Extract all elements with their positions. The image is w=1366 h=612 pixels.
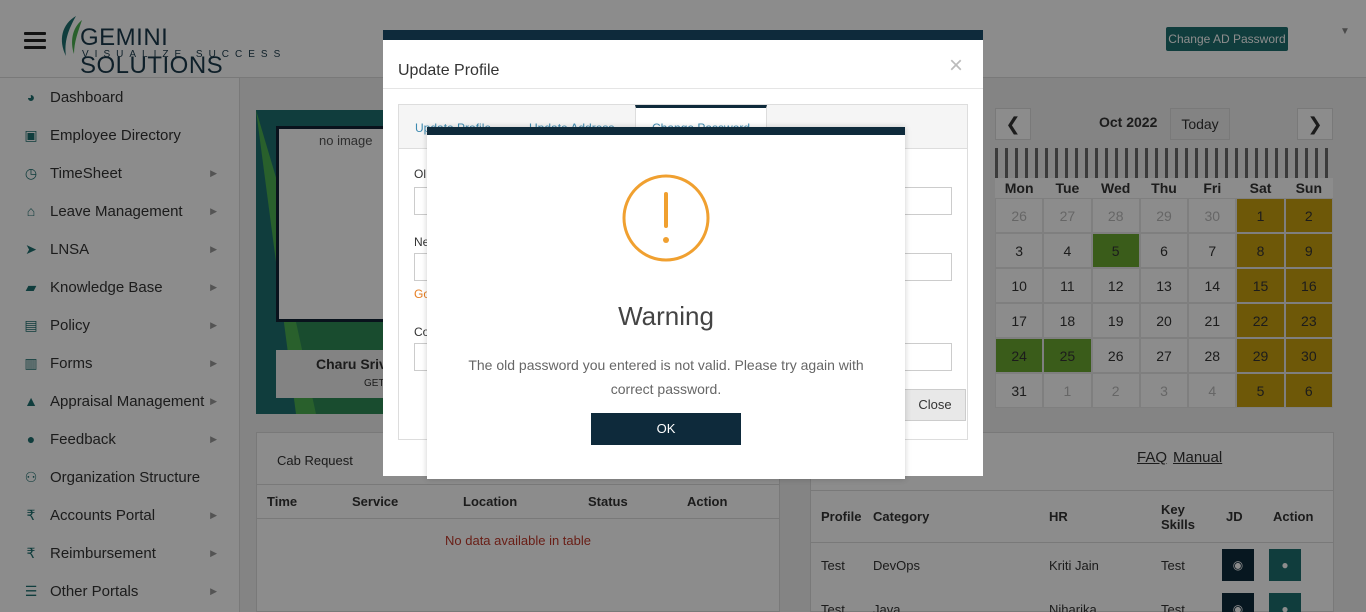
warning-title: Warning [618,301,714,331]
warning-message: The old password you entered is not vali… [468,357,864,397]
ok-button[interactable]: OK [591,413,741,445]
close-icon[interactable]: × [949,52,963,80]
warning-icon [622,174,710,262]
close-button[interactable]: Close [904,389,966,421]
modal-divider [383,88,983,89]
old-password-label: Ol [414,167,426,181]
warning-dialog: Warning The old password you entered is … [427,127,905,479]
modal-title: Update Profile [398,62,500,79]
